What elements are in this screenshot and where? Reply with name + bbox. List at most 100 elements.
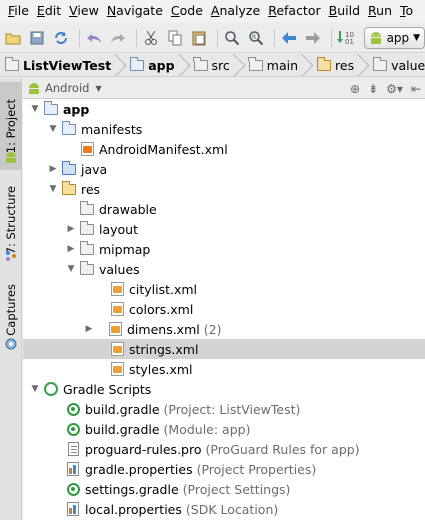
properties-file-icon xyxy=(65,462,81,476)
tree-node-label: settings.gradle xyxy=(85,481,179,497)
expand-arrow-icon[interactable]: ▼ xyxy=(29,104,41,114)
breadcrumb-item-values[interactable]: values xyxy=(368,54,425,76)
gradle-file-icon xyxy=(65,422,81,436)
tree-node-strings[interactable]: strings.xml xyxy=(23,339,425,359)
tree-node-manifests[interactable]: ▼ manifests xyxy=(23,119,425,139)
menu-build[interactable]: Build xyxy=(325,0,364,22)
breadcrumb-item-main[interactable]: main xyxy=(244,54,312,76)
expand-arrow-icon[interactable]: ▼ xyxy=(29,384,41,394)
module-folder-icon xyxy=(129,57,145,71)
tree-node-label: Gradle Scripts xyxy=(63,381,152,397)
forward-icon[interactable] xyxy=(303,27,324,49)
tree-node-build-gradle-project[interactable]: build.gradle (Project: ListViewTest) xyxy=(23,399,425,419)
collapse-all-icon[interactable]: ⇟ xyxy=(368,82,378,96)
tree-node-label: layout xyxy=(99,221,139,237)
locate-file-icon[interactable]: ⊕ xyxy=(350,82,360,96)
tab-project-label: 1: Project xyxy=(4,98,18,154)
android-icon xyxy=(29,82,39,94)
tool-window-strip: 1: Project 7: Structure Captures xyxy=(0,78,22,520)
breadcrumb-item-src[interactable]: src xyxy=(189,54,244,76)
tree-node-label: build.gradle xyxy=(85,421,160,437)
tree-node-gradle-properties[interactable]: gradle.properties (Project Properties) xyxy=(23,459,425,479)
tree-node-label: AndroidManifest.xml xyxy=(99,141,228,157)
menu-edit[interactable]: Edit xyxy=(33,0,65,22)
tree-node-res[interactable]: ▼ res xyxy=(23,179,425,199)
toolbar-separator xyxy=(273,28,275,47)
redo-icon[interactable] xyxy=(108,27,129,49)
view-selector-dropdown[interactable]: Android ▼ xyxy=(27,81,102,95)
tab-captures[interactable]: Captures xyxy=(0,280,22,340)
tree-node-proguard-rules[interactable]: proguard-rules.pro (ProGuard Rules for a… xyxy=(23,439,425,459)
structure-icon xyxy=(0,248,22,264)
module-folder-icon xyxy=(43,100,59,116)
tree-node-layout[interactable]: ▶ layout xyxy=(23,219,425,239)
undo-icon[interactable] xyxy=(84,27,105,49)
copy-icon[interactable] xyxy=(165,27,186,49)
paste-icon[interactable] xyxy=(189,27,210,49)
project-folder-icon xyxy=(4,57,19,71)
breadcrumb-item-app[interactable]: app xyxy=(125,54,188,76)
gradle-file-icon xyxy=(65,402,81,416)
folder-icon xyxy=(79,260,95,276)
tree-node-local-properties[interactable]: local.properties (SDK Location) xyxy=(23,499,425,519)
tree-node-values[interactable]: ▼ values xyxy=(23,259,425,279)
tree-node-androidmanifest[interactable]: AndroidManifest.xml xyxy=(23,139,425,159)
tree-node-styles[interactable]: styles.xml xyxy=(23,359,425,379)
menu-file[interactable]: File xyxy=(4,0,33,22)
menu-view[interactable]: View xyxy=(65,0,103,22)
gradle-file-icon xyxy=(65,482,81,496)
expand-arrow-icon[interactable]: ▶ xyxy=(65,244,77,254)
resource-folder-icon xyxy=(61,180,77,196)
run-configuration-dropdown[interactable]: app ▼ xyxy=(363,26,425,49)
toolbar-separator xyxy=(216,28,218,47)
toolbar-separator xyxy=(330,28,332,47)
menu-refactor[interactable]: Refactor xyxy=(264,0,324,22)
menu-code[interactable]: Code xyxy=(167,0,207,22)
sync-icon[interactable] xyxy=(51,27,72,49)
find-icon[interactable] xyxy=(222,27,243,49)
make-project-icon[interactable]: 10 01 xyxy=(336,27,357,49)
properties-file-icon xyxy=(65,502,81,516)
save-icon[interactable] xyxy=(27,27,48,49)
expand-arrow-icon[interactable]: ▼ xyxy=(47,124,59,134)
tab-captures-label: Captures xyxy=(4,284,18,336)
open-icon[interactable] xyxy=(3,27,24,49)
toolbar-separator xyxy=(78,28,80,47)
xml-values-icon xyxy=(109,362,125,376)
gear-icon[interactable]: ⚙▾ xyxy=(386,82,403,96)
project-panel-header: Android ▼ ⊕ ⇟ ⚙▾ ⇤ xyxy=(23,78,425,99)
expand-arrow-icon[interactable]: ▶ xyxy=(47,164,59,174)
cut-icon[interactable] xyxy=(141,27,162,49)
breadcrumb-item-project[interactable]: ListViewTest xyxy=(0,54,125,76)
tree-node-app[interactable]: ▼ app xyxy=(23,99,425,119)
menu-navigate[interactable]: Navigate xyxy=(103,0,167,22)
project-tree: ▼ app ▼ manifests AndroidManifest.xml ▶ … xyxy=(23,99,425,520)
tree-node-citylist[interactable]: citylist.xml xyxy=(23,279,425,299)
breadcrumb-label: main xyxy=(266,57,299,73)
expand-arrow-icon[interactable]: ▼ xyxy=(47,184,59,194)
expand-arrow-icon[interactable]: ▶ xyxy=(83,324,95,334)
menu-tools[interactable]: To xyxy=(396,0,417,22)
tree-node-gradle-scripts[interactable]: ▼ Gradle Scripts xyxy=(23,379,425,399)
hide-panel-icon[interactable]: ⇤ xyxy=(411,82,421,96)
tree-node-java[interactable]: ▶ java xyxy=(23,159,425,179)
menu-run[interactable]: Run xyxy=(364,0,396,22)
chevron-down-icon: ▼ xyxy=(95,83,102,93)
tree-node-drawable[interactable]: drawable xyxy=(23,199,425,219)
breadcrumb-label: src xyxy=(211,57,230,73)
run-configuration-label: app xyxy=(386,30,410,45)
menu-analyze[interactable]: Analyze xyxy=(207,0,264,22)
tree-node-mipmap[interactable]: ▶ mipmap xyxy=(23,239,425,259)
tree-node-build-gradle-module[interactable]: build.gradle (Module: app) xyxy=(23,419,425,439)
expand-arrow-icon[interactable]: ▶ xyxy=(65,224,77,234)
replace-icon[interactable]: R xyxy=(246,27,267,49)
back-icon[interactable] xyxy=(279,27,300,49)
tree-node-colors[interactable]: colors.xml xyxy=(23,299,425,319)
expand-arrow-icon[interactable]: ▼ xyxy=(65,264,77,274)
panel-actions: ⊕ ⇟ ⚙▾ ⇤ xyxy=(350,78,421,99)
folder-icon xyxy=(193,57,208,71)
breadcrumb-item-res[interactable]: res xyxy=(312,54,368,76)
tree-node-settings-gradle[interactable]: settings.gradle (Project Settings) xyxy=(23,479,425,499)
text-file-icon xyxy=(65,442,81,456)
tree-node-dimens[interactable]: ▶ dimens.xml (2) xyxy=(23,319,425,339)
